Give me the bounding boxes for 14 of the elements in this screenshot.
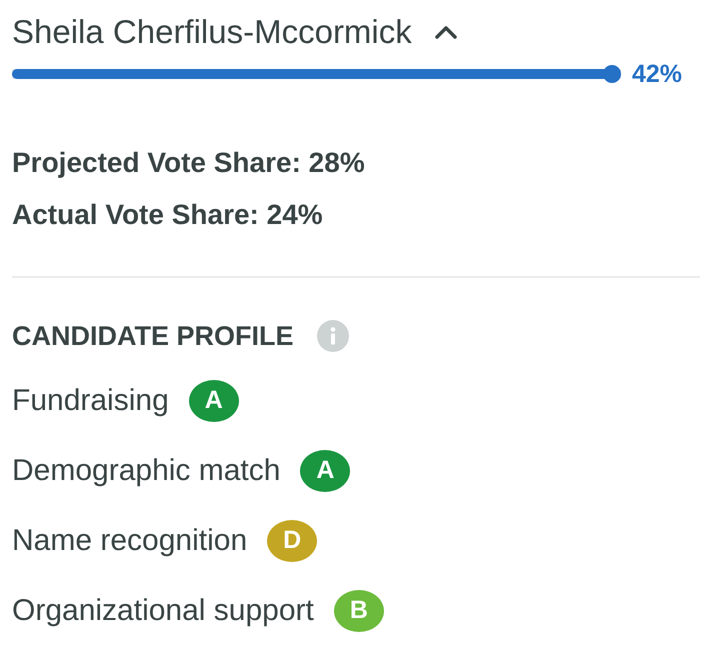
chevron-up-icon[interactable] [434, 24, 458, 40]
vote-share-text: Projected Vote Share: 28% [12, 146, 365, 180]
grade-badge: B [334, 590, 384, 632]
grade-badge: A [188, 380, 239, 422]
profile-label: Demographic match [12, 453, 280, 489]
candidate-name: Sheila Cherfilus-Mccormick [12, 12, 412, 52]
vote-share-text: Actual Vote Share: 24% [12, 198, 323, 232]
profile-label: Fundraising [12, 383, 169, 419]
vote-percentage: 42% [632, 59, 682, 89]
profile-label: Name recognition [12, 523, 248, 559]
section-heading: CANDIDATE PROFILE [12, 320, 294, 353]
grade-badge: A [300, 450, 350, 492]
profile-label: Organizational support [12, 593, 314, 629]
grade-badge: D [267, 520, 318, 562]
